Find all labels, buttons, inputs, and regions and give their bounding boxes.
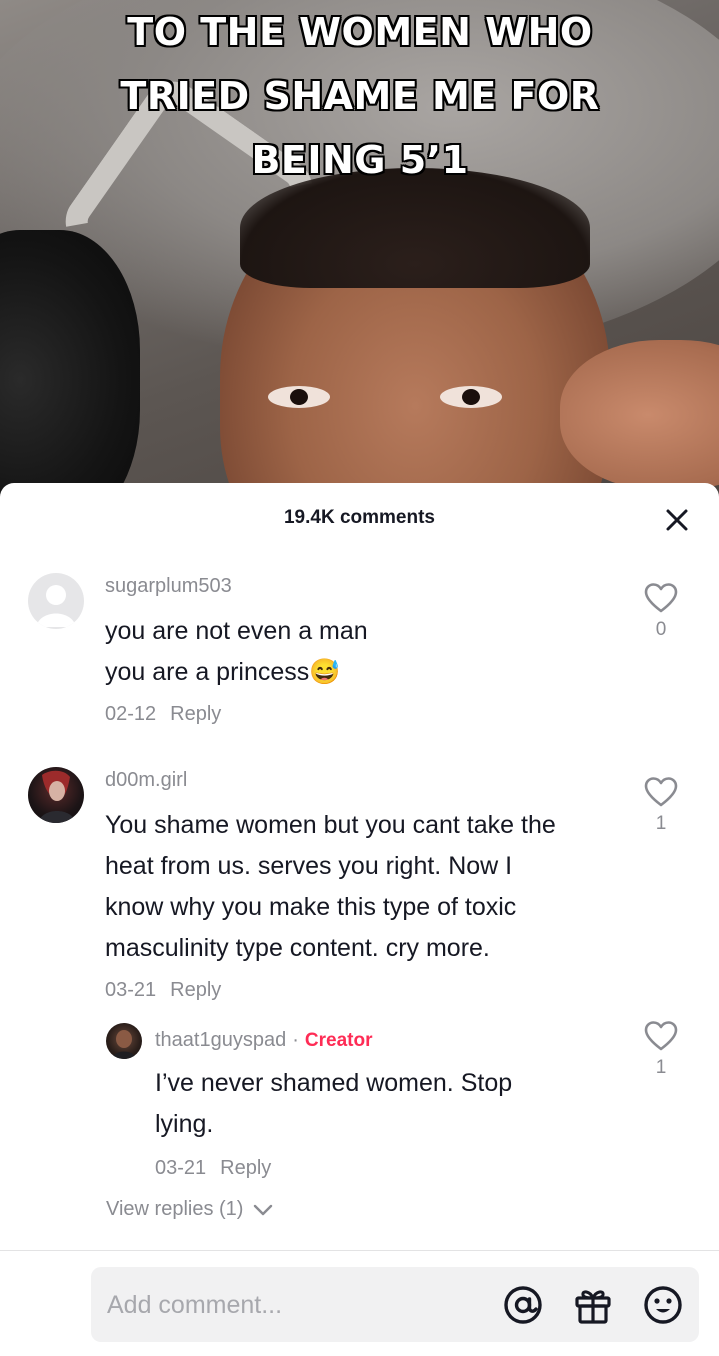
emoji-icon-inline: 😅 bbox=[309, 658, 341, 686]
comment-date: 03-21 bbox=[155, 1157, 207, 1179]
close-icon[interactable] bbox=[660, 503, 694, 537]
comment-meta: 02-12 Reply bbox=[105, 703, 221, 726]
car-window bbox=[0, 230, 140, 500]
comment-username[interactable]: thaat1guyspad bbox=[155, 1029, 286, 1051]
reply-username-row: thaat1guyspad · Creator bbox=[155, 1029, 372, 1052]
comment-text-line: you are a princess😅 bbox=[105, 652, 368, 693]
video-frame[interactable]: TO THE WOMEN WHO TRIED SHAME ME FOR BEIN… bbox=[0, 0, 719, 500]
comment-username[interactable]: sugarplum503 bbox=[105, 575, 232, 598]
creator-badge: Creator bbox=[304, 1030, 373, 1051]
add-comment-input[interactable] bbox=[105, 1267, 489, 1344]
like-count: 1 bbox=[655, 1057, 667, 1078]
separator-dot: · bbox=[292, 1029, 299, 1051]
comment-text-line: You shame women but you cant take the bbox=[105, 811, 556, 839]
caption-line: TO THE WOMEN WHO bbox=[127, 10, 593, 54]
chevron-down-icon bbox=[253, 1204, 273, 1215]
comment-text: you are not even a man you are a princes… bbox=[105, 611, 368, 693]
avatar[interactable] bbox=[106, 1023, 142, 1059]
heart-icon bbox=[644, 1021, 678, 1051]
comment-date: 03-21 bbox=[105, 979, 157, 1001]
comment-text-line-part: you are a princess bbox=[105, 658, 310, 686]
comment-text-line: lying. bbox=[155, 1110, 214, 1138]
comment-meta: 03-21 Reply bbox=[105, 979, 221, 1002]
reply-button[interactable]: Reply bbox=[220, 1157, 271, 1179]
comment-text: You shame women but you cant take the he… bbox=[105, 805, 556, 969]
comment-item: d00m.girl You shame women but you cant t… bbox=[0, 765, 719, 1225]
reply-item: thaat1guyspad · Creator I’ve never shamed … bbox=[0, 1021, 719, 1191]
comment-text-line: masculinity type content. cry more. bbox=[105, 934, 490, 962]
comment-text-line: heat from us. serves you right. Now I bbox=[105, 852, 513, 880]
gift-icon[interactable] bbox=[573, 1285, 613, 1325]
caption-line: TRIED SHAME ME FOR bbox=[120, 74, 600, 118]
like-count: 1 bbox=[655, 813, 667, 834]
caption-line: BEING 5’1 bbox=[251, 138, 469, 182]
at-icon[interactable] bbox=[503, 1285, 543, 1325]
composer-divider bbox=[0, 1250, 719, 1251]
comments-count-title: 19.4K comments bbox=[283, 507, 435, 528]
like-button[interactable]: 1 bbox=[641, 777, 681, 835]
avatar[interactable] bbox=[28, 767, 84, 823]
comments-sheet: 19.4K comments sugarplum503 you are not … bbox=[0, 483, 719, 1356]
comment-text-line: you are not even a man bbox=[105, 617, 368, 645]
comment-text-line: I’ve never shamed women. Stop bbox=[155, 1069, 513, 1097]
comment-text-line: know why you make this type of toxic bbox=[105, 893, 517, 921]
view-replies-button[interactable]: View replies (1) bbox=[106, 1198, 273, 1221]
reply-button[interactable]: Reply bbox=[170, 703, 221, 725]
comment-text: I’ve never shamed women. Stop lying. bbox=[155, 1063, 512, 1145]
view-replies-label: View replies (1) bbox=[106, 1198, 244, 1220]
like-count: 0 bbox=[655, 619, 667, 640]
like-button[interactable]: 1 bbox=[641, 1021, 681, 1079]
emoji-icon[interactable] bbox=[643, 1285, 683, 1325]
heart-icon bbox=[644, 777, 678, 807]
comment-meta: 03-21 Reply bbox=[155, 1157, 271, 1180]
video-caption: TO THE WOMEN WHO TRIED SHAME ME FOR BEIN… bbox=[60, 0, 660, 192]
left-eye bbox=[268, 386, 330, 408]
comment-item: sugarplum503 you are not even a man you … bbox=[0, 571, 719, 731]
comment-composer bbox=[91, 1267, 699, 1344]
like-button[interactable]: 0 bbox=[641, 583, 681, 641]
right-eye bbox=[440, 386, 502, 408]
reply-button[interactable]: Reply bbox=[170, 979, 221, 1001]
heart-icon bbox=[644, 583, 678, 613]
comment-date: 02-12 bbox=[105, 703, 157, 725]
avatar[interactable] bbox=[28, 573, 84, 629]
comment-username[interactable]: d00m.girl bbox=[105, 769, 187, 792]
